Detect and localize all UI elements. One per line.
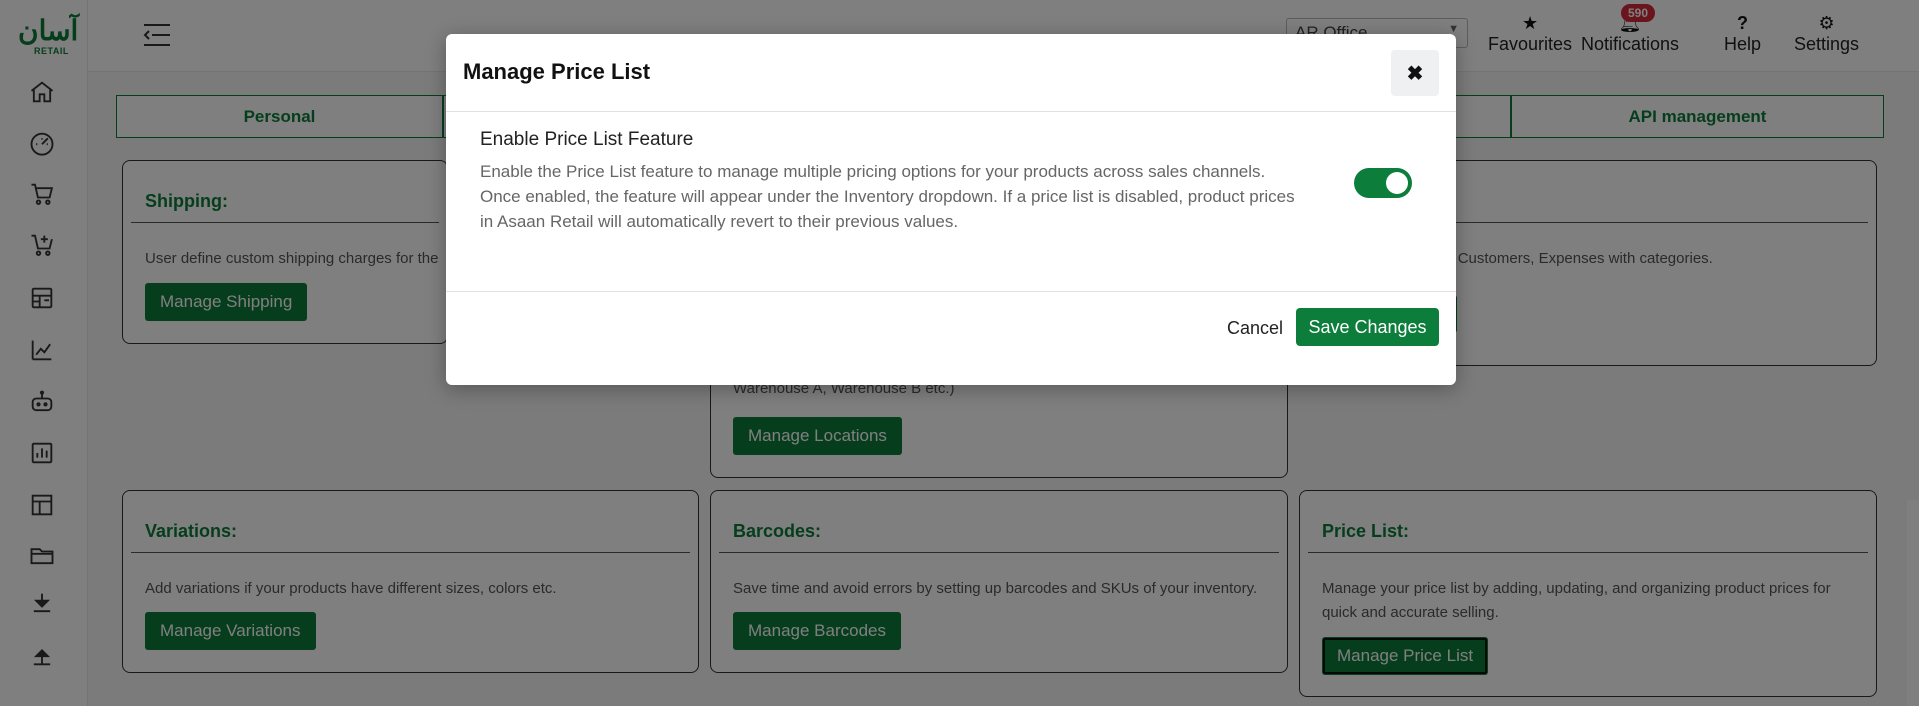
save-changes-button[interactable]: Save Changes xyxy=(1296,308,1439,346)
feature-description-line: Once enabled, the feature will appear un… xyxy=(480,187,1295,206)
cancel-button[interactable]: Cancel xyxy=(1219,308,1291,349)
manage-price-list-modal: Manage Price List ✖ Enable Price List Fe… xyxy=(446,34,1456,385)
feature-description-line: Enable the Price List feature to manage … xyxy=(480,162,1266,181)
modal-title: Manage Price List xyxy=(463,59,651,84)
price-list-toggle[interactable] xyxy=(1354,168,1412,198)
modal-footer-divider xyxy=(446,291,1456,292)
feature-title: Enable Price List Feature xyxy=(480,129,694,150)
feature-description: Enable the Price List feature to manage … xyxy=(480,159,1330,234)
modal-header: Manage Price List ✖ xyxy=(446,34,1456,112)
close-icon[interactable]: ✖ xyxy=(1391,50,1439,96)
feature-description-line: in Asaan Retail will automatically rever… xyxy=(480,212,959,231)
toggle-knob xyxy=(1386,172,1408,194)
